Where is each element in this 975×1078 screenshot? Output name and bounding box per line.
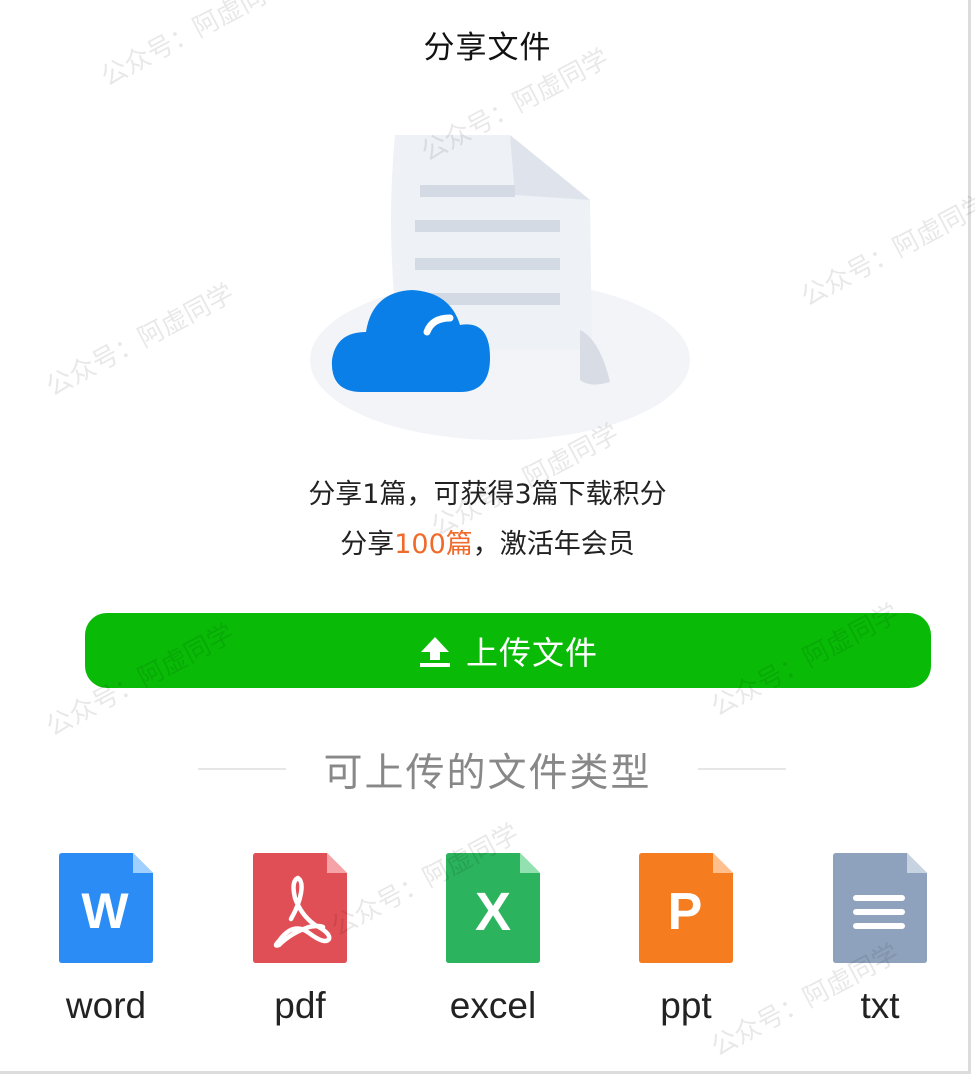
divider-right bbox=[698, 768, 786, 770]
file-types-heading: 可上传的文件类型 bbox=[0, 742, 975, 802]
file-type-pdf: pdf bbox=[225, 853, 375, 1027]
membership-text: 分享100篇，激活年会员 bbox=[0, 522, 975, 561]
svg-text:W: W bbox=[81, 883, 129, 939]
file-type-word: W word bbox=[31, 853, 181, 1027]
file-type-ppt: P ppt bbox=[611, 853, 761, 1027]
upload-icon bbox=[419, 636, 450, 667]
file-type-label: pdf bbox=[274, 985, 326, 1026]
ppt-file-icon: P bbox=[639, 853, 733, 963]
svg-text:P: P bbox=[668, 883, 703, 941]
share-illustration bbox=[310, 135, 690, 440]
svg-text:X: X bbox=[475, 882, 511, 942]
membership-suffix: ，激活年会员 bbox=[472, 529, 635, 560]
file-types-title: 可上传的文件类型 bbox=[323, 751, 652, 796]
membership-prefix: 分享 bbox=[340, 529, 395, 560]
file-type-label: word bbox=[65, 985, 147, 1026]
file-type-label: excel bbox=[449, 985, 537, 1026]
word-file-icon: W bbox=[59, 853, 153, 963]
membership-highlight: 100篇 bbox=[394, 529, 473, 560]
upload-button-label: 上传文件 bbox=[465, 633, 598, 672]
